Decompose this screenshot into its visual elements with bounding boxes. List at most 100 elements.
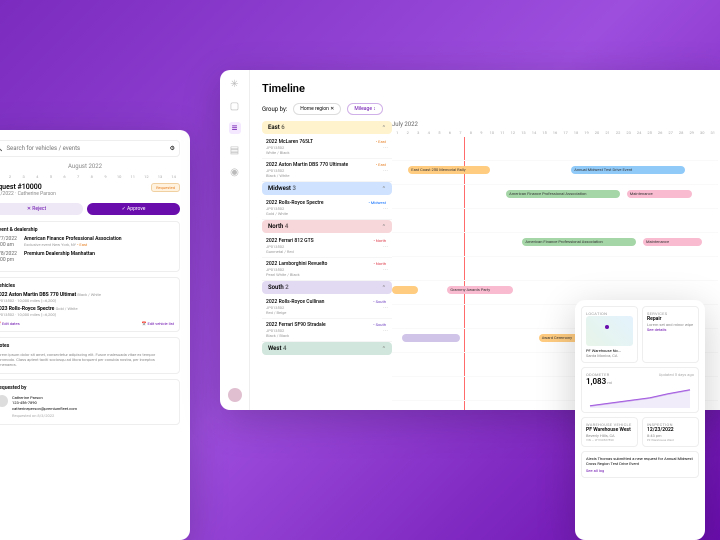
filter-pill[interactable]: Mileage ↕ <box>347 103 382 115</box>
edit-vehicles-link[interactable]: 📅 Edit vehicle list <box>142 321 174 326</box>
gantt-row: American Finance Professional Associatio… <box>392 185 718 209</box>
gantt-bar[interactable]: East Coast 250 Memorial Rally <box>408 166 490 174</box>
odometer-unit: mi <box>607 380 611 385</box>
inspection-loc: PF Warehouse West <box>647 438 694 442</box>
nav-list-icon[interactable]: ◉ <box>229 166 241 178</box>
region-header-south[interactable]: South 2⌃ <box>262 281 392 294</box>
gantt-row <box>392 209 718 233</box>
month-label: August 2022 <box>0 163 180 170</box>
avatar <box>0 395 8 407</box>
services-card[interactable]: SERVICES Repair Lorem set and minor wipe… <box>642 306 699 363</box>
request-id: Request #10000 <box>0 183 56 191</box>
groupby-pill[interactable]: Home region ✕ <box>293 103 341 115</box>
request-meta: 6/12/2022 · Catherine Parson <box>0 191 56 197</box>
approve-button[interactable]: ✓ Approve <box>87 203 180 215</box>
location-card[interactable]: LOCATION PF Warehouse No... Santa Monica… <box>581 306 638 363</box>
mobile-detail-panel: LOCATION PF Warehouse No... Santa Monica… <box>575 300 705 540</box>
events-card: Event & dealership 7/7/20228:00 amAmeric… <box>0 221 180 272</box>
toolbar: Group by: Home region ✕ Mileage ↕ <box>262 103 718 115</box>
region-header-midwest[interactable]: Midwest 3⌃ <box>262 182 392 195</box>
requester-header: Requested by <box>0 385 174 391</box>
more-icon[interactable]: ⋯ <box>383 168 388 174</box>
gantt-row: American Finance Professional Associatio… <box>392 233 718 257</box>
gantt-bar[interactable]: Maintenance <box>643 238 702 246</box>
notes-header: Notes <box>0 343 174 349</box>
logo-icon[interactable]: ✳ <box>229 78 241 90</box>
user-avatar[interactable] <box>228 388 242 402</box>
gantt-row <box>392 257 718 281</box>
odometer-sparkline <box>586 388 694 408</box>
map-thumbnail[interactable] <box>586 316 633 346</box>
vehicle-list-column: East 6⌃ 2022 McLaren 765LTJP013502White /… <box>262 121 392 410</box>
region-header-west[interactable]: West 4⌃ <box>262 342 392 355</box>
timeline-vehicle-row[interactable]: 2022 Aston Martin DBS 770 UltimateJP0135… <box>262 159 392 182</box>
gantt-bar[interactable]: American Finance Professional Associatio… <box>522 238 636 246</box>
request-detail-panel: 🔍 ⚙ August 2022 1234567891011121314 Requ… <box>0 130 190 540</box>
gantt-row <box>392 137 718 161</box>
chevron-up-icon: ⌃ <box>382 346 386 352</box>
gantt-bar[interactable]: Grammy Awards Party <box>447 286 512 294</box>
timeline-vehicle-row[interactable]: 2022 McLaren 765LTJP013502White / Black•… <box>262 136 392 159</box>
location-city: Santa Monica, CA <box>586 353 633 358</box>
event-row[interactable]: 7/8/20228:00 pmPremium Dealership Manhat… <box>0 251 174 263</box>
vehicle-row[interactable]: 2023 Rolls-Royce Spectre Gold / WhiteJP0… <box>0 306 174 318</box>
gantt-row: East Coast 250 Memorial Rally Annual Midw… <box>392 161 718 185</box>
edit-dates-link[interactable]: 📅 Edit dates <box>0 321 20 326</box>
more-icon[interactable]: ⋯ <box>383 267 388 273</box>
gantt-bar[interactable]: Maintenance <box>627 190 692 198</box>
activity-link[interactable]: See all log <box>586 468 694 473</box>
vehicle-row[interactable]: 2022 Aston Martin DBS 770 Ultimat Black … <box>0 292 174 304</box>
timeline-vehicle-row[interactable]: 2022 Lamborghini RevueltoJP013502Pearl W… <box>262 258 392 281</box>
warehouse-card[interactable]: WAREHOUSE VEHICLE PF Warehouse West Beve… <box>581 417 638 447</box>
reject-button[interactable]: ✕ Reject <box>0 203 83 215</box>
search-bar[interactable]: 🔍 ⚙ <box>0 140 180 157</box>
requester-card: Requested by Catherine Parson 123-456-78… <box>0 379 180 425</box>
gantt-bar[interactable] <box>402 334 461 342</box>
notes-text: Lorem ipsum dolor sit amet, consectetur … <box>0 352 174 368</box>
odometer-card[interactable]: ODOMETER Updated 5 days ago 1,083 mi <box>581 367 699 413</box>
gantt-bar[interactable] <box>392 286 418 294</box>
gantt-bar[interactable]: Annual Midwest Test Drive Event <box>571 166 685 174</box>
service-link[interactable]: See details <box>647 327 694 332</box>
nav-timeline-icon[interactable]: ≡ <box>229 122 241 134</box>
more-icon[interactable]: ⋯ <box>383 328 388 334</box>
search-icon: 🔍 <box>0 145 2 152</box>
inspection-card[interactable]: INSPECTION 12/23/2022 8:43 pm PF Warehou… <box>642 417 699 447</box>
more-icon[interactable]: ⋯ <box>383 244 388 250</box>
gantt-ruler: 1234567891011121314151617181920212223242… <box>392 130 718 135</box>
activity-card: Alexis Thomas submitted a new request fo… <box>581 451 699 478</box>
more-icon[interactable]: ⋯ <box>383 206 388 212</box>
timeline-vehicle-row[interactable]: 2022 Rolls-Royce CullinanJP013502Red / B… <box>262 296 392 319</box>
timeline-vehicle-row[interactable]: 2022 Rolls-Royce SpectreJP013502Gold / W… <box>262 197 392 220</box>
region-header-north[interactable]: North 4⌃ <box>262 220 392 233</box>
status-badge: Requested <box>151 183 180 192</box>
groupby-label: Group by: <box>262 106 287 113</box>
search-input[interactable] <box>6 145 165 152</box>
chevron-up-icon: ⌃ <box>382 224 386 230</box>
chevron-up-icon: ⌃ <box>382 285 386 291</box>
main-sidebar: ✳ ▢ ≡ ▤ ◉ <box>220 70 250 410</box>
warehouse-vin: VIN — 2H160537890 <box>586 438 633 442</box>
page-title: Timeline <box>262 82 718 95</box>
timeline-vehicle-row[interactable]: 2022 Ferrari SF90 StradaleJP013502Black … <box>262 319 392 342</box>
odometer-value: 1,083 <box>586 377 606 386</box>
gantt-bar[interactable]: American Finance Professional Associatio… <box>506 190 620 198</box>
event-row[interactable]: 7/7/20228:00 amAmerican Finance Professi… <box>0 236 174 248</box>
timeline-vehicle-row[interactable]: 2022 Ferrari 812 GTSJP013502Gunmetal / R… <box>262 235 392 258</box>
vehicles-header: Vehicles <box>0 283 174 289</box>
events-header: Event & dealership <box>0 227 174 233</box>
nav-dashboard-icon[interactable]: ▢ <box>229 100 241 112</box>
filter-icon[interactable]: ⚙ <box>170 145 175 152</box>
gantt-month: July 2022 <box>392 121 718 128</box>
more-icon[interactable]: ⋯ <box>383 305 388 311</box>
activity-text: Alexis Thomas submitted a new request fo… <box>586 456 694 466</box>
requester-date: Requested on 8/3/2022 <box>12 413 77 419</box>
day-ruler: 1234567891011121314 <box>0 174 180 179</box>
requester-email: catherineperson@premiumfleet.com <box>12 406 77 412</box>
region-header-east[interactable]: East 6⌃ <box>262 121 392 134</box>
nav-calendar-icon[interactable]: ▤ <box>229 144 241 156</box>
more-icon[interactable]: ⋯ <box>383 145 388 151</box>
odometer-updated: Updated 5 days ago <box>659 372 694 377</box>
vehicles-card: Vehicles 2022 Aston Martin DBS 770 Ultim… <box>0 277 180 332</box>
notes-card: Notes Lorem ipsum dolor sit amet, consec… <box>0 337 180 374</box>
